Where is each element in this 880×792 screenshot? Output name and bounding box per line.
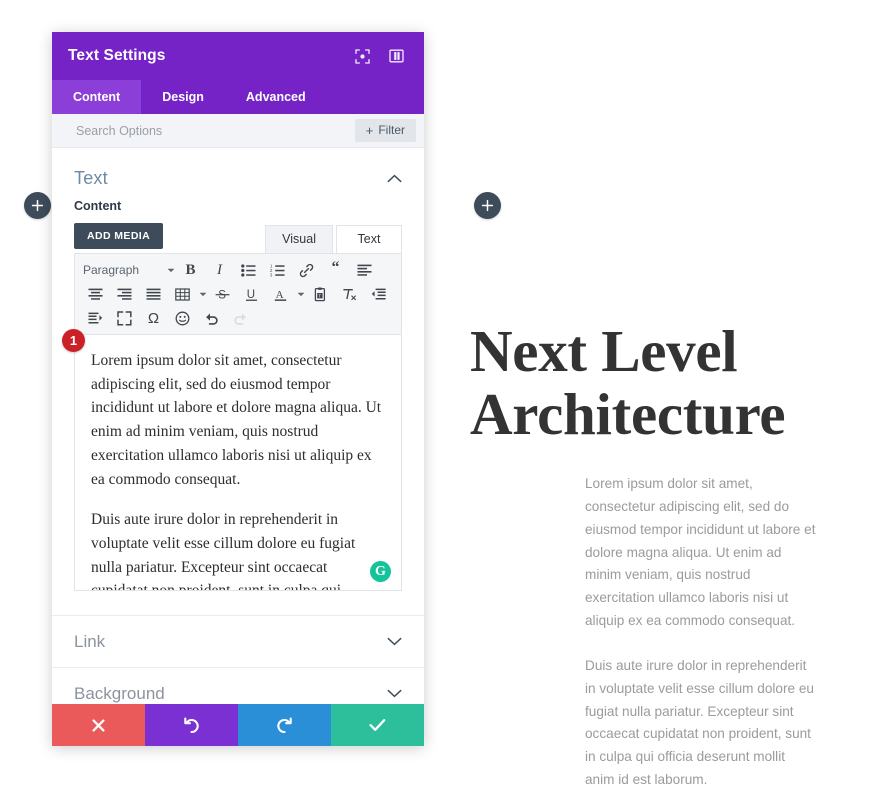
layout-panel-icon[interactable]: [384, 45, 408, 67]
redo-icon: [276, 717, 293, 734]
tab-content[interactable]: Content: [52, 80, 142, 114]
preview-paragraph: Lorem ipsum dolor sit amet, consectetur …: [585, 476, 816, 629]
outdent-icon[interactable]: [364, 283, 393, 306]
add-media-button[interactable]: ADD MEDIA: [74, 223, 164, 249]
redo-icon[interactable]: [226, 307, 255, 330]
svg-text:3: 3: [270, 272, 273, 276]
preview-paragraph: Duis aute irure dolor in reprehenderit i…: [585, 657, 814, 787]
special-character-icon[interactable]: Ω: [139, 307, 168, 330]
wp-editor: ADD MEDIA Visual Text Paragraph B I 1 2 …: [52, 222, 424, 591]
italic-icon[interactable]: I: [205, 259, 234, 282]
step-badge-1: 1: [62, 329, 85, 352]
format-select-label: Paragraph: [83, 263, 140, 277]
accordion-label: Background: [74, 683, 165, 703]
search-input[interactable]: [74, 122, 355, 139]
toolbar-row-1: Paragraph B I 1 2 3 “: [81, 258, 395, 282]
strikethrough-icon[interactable]: S: [208, 283, 237, 306]
tab-design[interactable]: Design: [141, 80, 225, 114]
chevron-up-icon[interactable]: [387, 174, 402, 183]
editor-paragraph: Lorem ipsum dolor sit amet, consectetur …: [91, 352, 382, 488]
plus-icon: [481, 199, 494, 212]
fullscreen-icon[interactable]: [110, 307, 139, 330]
chevron-down-icon[interactable]: [295, 292, 306, 297]
toolbar-row-3: Ω: [81, 306, 395, 330]
plus-icon: [31, 199, 44, 212]
format-select[interactable]: Paragraph: [81, 259, 165, 282]
numbered-list-icon[interactable]: 1 2 3: [263, 259, 292, 282]
filter-button[interactable]: + Filter: [354, 119, 416, 142]
tab-text[interactable]: Text: [336, 225, 402, 253]
chevron-down-icon[interactable]: [387, 637, 402, 646]
clear-formatting-icon[interactable]: [335, 283, 364, 306]
indent-icon[interactable]: [81, 307, 110, 330]
align-left-icon[interactable]: [350, 259, 379, 282]
accordion-label: Link: [74, 631, 106, 651]
chevron-down-icon[interactable]: [165, 268, 176, 273]
filter-button-label: Filter: [378, 123, 405, 137]
bulleted-list-icon[interactable]: [234, 259, 263, 282]
modal-footer: [52, 704, 424, 746]
chevron-down-icon[interactable]: [387, 689, 402, 698]
chevron-down-icon[interactable]: [197, 292, 208, 297]
undo-icon[interactable]: [197, 307, 226, 330]
section-title: Text: [74, 168, 108, 188]
svg-text:S: S: [218, 289, 226, 301]
justify-icon[interactable]: [139, 283, 168, 306]
tab-visual[interactable]: Visual: [265, 225, 333, 253]
check-icon: [369, 718, 386, 732]
accordion-link[interactable]: Link: [52, 615, 424, 667]
cancel-button[interactable]: [52, 704, 145, 746]
section-header-text[interactable]: Text: [52, 148, 424, 199]
toolbar-row-2: S U A T: [81, 282, 395, 306]
add-module-button-right[interactable]: [474, 192, 501, 219]
table-icon[interactable]: [168, 283, 197, 306]
text-color-icon[interactable]: A: [266, 283, 295, 306]
accordion-background[interactable]: Background: [52, 667, 424, 704]
preview-body: Lorem ipsum dolor sit amet, consectetur …: [470, 473, 870, 792]
page-title: Text Settings: [68, 47, 166, 64]
undo-icon: [183, 717, 200, 734]
svg-text:A: A: [276, 289, 284, 301]
modal-header: Text Settings: [52, 32, 424, 80]
blockquote-icon[interactable]: “: [321, 259, 350, 282]
field-label-content: Content: [74, 199, 122, 213]
plus-icon: +: [365, 122, 374, 138]
grammarly-icon[interactable]: G: [370, 561, 391, 582]
svg-text:U: U: [247, 289, 255, 301]
link-icon[interactable]: [292, 259, 321, 282]
text-settings-modal: Text Settings Content Design Advanced + …: [52, 32, 424, 746]
paste-as-text-icon[interactable]: T: [306, 283, 335, 306]
search-options-bar: + Filter: [52, 114, 424, 148]
focus-target-icon[interactable]: [350, 45, 374, 67]
editor-mode-tabs: Visual Text: [265, 225, 402, 253]
redo-button[interactable]: [238, 704, 331, 746]
bold-icon[interactable]: B: [176, 259, 205, 282]
align-right-icon[interactable]: [110, 283, 139, 306]
module-preview: Next Level Architecture Lorem ipsum dolo…: [470, 320, 870, 792]
modal-tabs: Content Design Advanced: [52, 80, 424, 114]
editor-toolbar: Paragraph B I 1 2 3 “ S U A T Ω: [74, 253, 402, 335]
editor-content-area[interactable]: Lorem ipsum dolor sit amet, consectetur …: [74, 335, 402, 591]
modal-body: Text Content ADD MEDIA Visual Text Parag…: [52, 148, 424, 704]
close-icon: [91, 718, 106, 733]
editor-paragraph: Duis aute irure dolor in reprehenderit i…: [91, 508, 385, 590]
undo-button[interactable]: [145, 704, 238, 746]
editor-topbar: ADD MEDIA Visual Text: [74, 222, 402, 253]
align-center-icon[interactable]: [81, 283, 110, 306]
preview-heading: Next Level Architecture: [470, 318, 786, 447]
tab-advanced[interactable]: Advanced: [225, 80, 327, 114]
emoji-icon[interactable]: [168, 307, 197, 330]
add-module-button-left[interactable]: [24, 192, 51, 219]
svg-text:T: T: [318, 293, 321, 298]
underline-icon[interactable]: U: [237, 283, 266, 306]
save-button[interactable]: [331, 704, 424, 746]
